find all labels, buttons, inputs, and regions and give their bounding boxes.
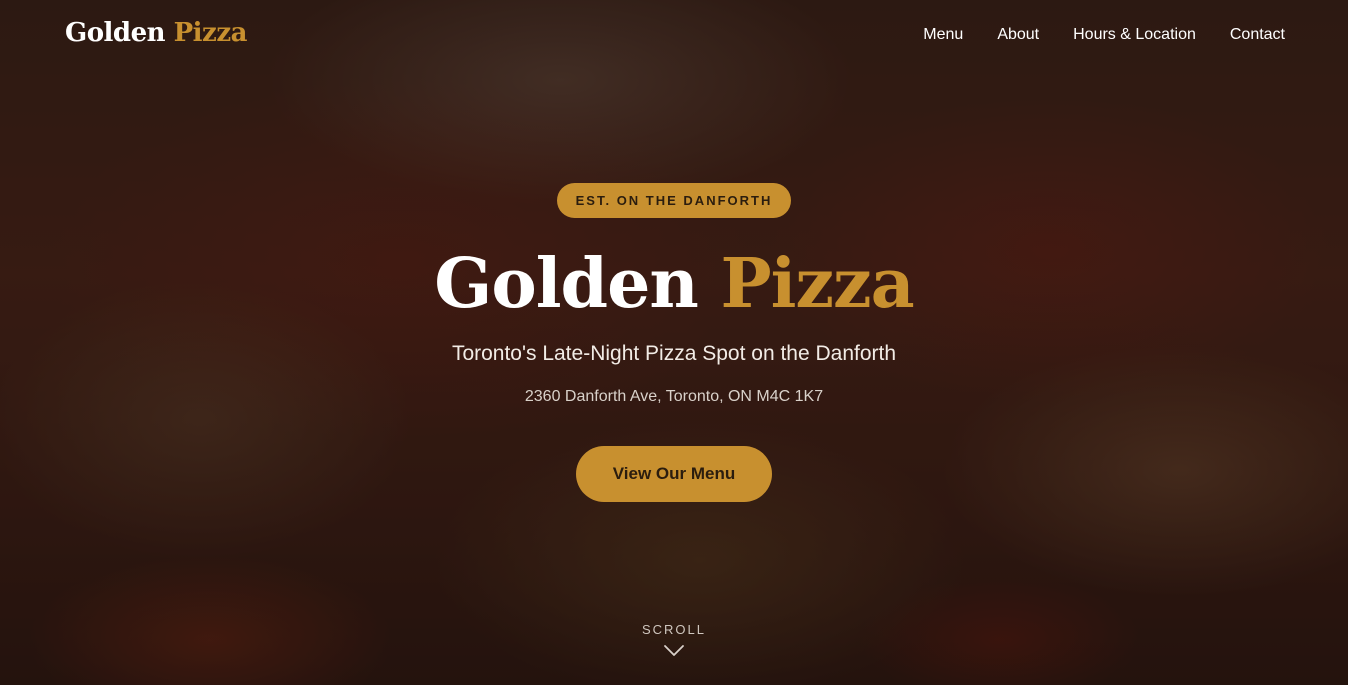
scroll-label: SCROLL	[641, 622, 707, 637]
established-badge: EST. ON THE DANFORTH	[556, 183, 792, 218]
hero-title-golden: Golden	[434, 244, 699, 324]
view-menu-button[interactable]: View Our Menu	[575, 446, 773, 502]
hero-content: EST. ON THE DANFORTH Golden Pizza Toront…	[0, 183, 1348, 502]
nav-link-menu[interactable]: Menu	[923, 26, 963, 44]
hero-tagline: Toronto's Late-Night Pizza Spot on the D…	[451, 342, 897, 365]
navbar: Golden Pizza Menu About Hours & Location…	[0, 0, 1348, 72]
hero-address: 2360 Danforth Ave, Toronto, ON M4C 1K7	[524, 388, 824, 405]
logo-text-pizza: Pizza	[173, 18, 248, 48]
nav-links: Menu About Hours & Location Contact	[923, 26, 1285, 44]
scroll-indicator[interactable]: SCROLL	[0, 622, 1348, 657]
nav-link-contact[interactable]: Contact	[1230, 26, 1285, 44]
nav-link-hours-location[interactable]: Hours & Location	[1073, 26, 1196, 44]
logo-link[interactable]: Golden Pizza	[65, 18, 247, 48]
logo-text-golden: Golden	[65, 18, 166, 48]
hero-section: Golden Pizza Menu About Hours & Location…	[0, 0, 1348, 685]
nav-link-about[interactable]: About	[997, 26, 1039, 44]
hero-title: Golden Pizza	[0, 244, 1348, 324]
chevron-down-icon	[664, 645, 684, 656]
hero-title-pizza: Pizza	[720, 244, 914, 324]
